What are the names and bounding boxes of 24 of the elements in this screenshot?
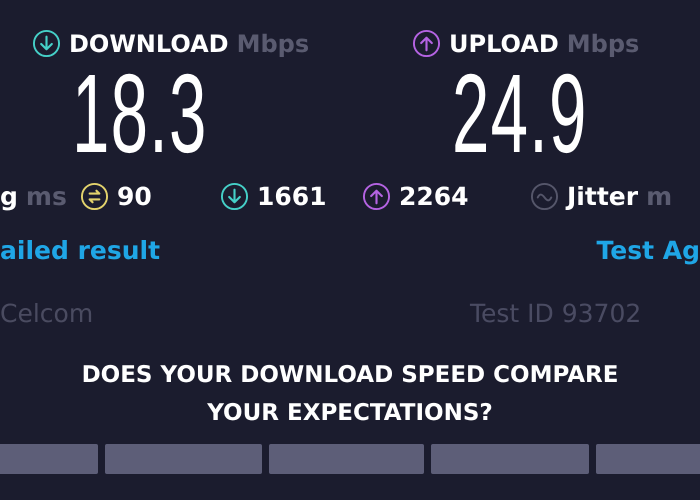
rating-button[interactable] (269, 444, 424, 474)
rating-button[interactable] (0, 444, 98, 474)
metric-value: 90 (117, 182, 152, 210)
ping-arrows-icon (80, 182, 109, 210)
wave-icon (530, 182, 559, 210)
question-text: DOES YOUR DOWNLOAD SPEED COMPARE (82, 361, 618, 390)
rating-button[interactable] (105, 444, 262, 474)
rating-button[interactable] (596, 444, 700, 474)
unit-label: Mbps (236, 30, 310, 58)
metric-label: g (0, 182, 18, 210)
result-label: UPLOAD (449, 30, 559, 58)
metric-label: Jitter (567, 182, 638, 210)
unit-label: ms (26, 182, 67, 210)
link[interactable]: Test Ag (596, 236, 700, 265)
speed-value: 18.3 (72, 64, 208, 164)
unit-label: m (646, 182, 672, 210)
metric-value: 1661 (257, 182, 327, 210)
metric-value: 2264 (399, 182, 469, 210)
unit-label: Mbps (566, 30, 640, 58)
link[interactable]: ailed result (0, 236, 160, 265)
question-text: YOUR EXPECTATIONS? (207, 399, 493, 428)
rating-button[interactable] (431, 444, 589, 474)
speed-value: 24.9 (452, 64, 588, 164)
result-label: DOWNLOAD (69, 30, 229, 58)
